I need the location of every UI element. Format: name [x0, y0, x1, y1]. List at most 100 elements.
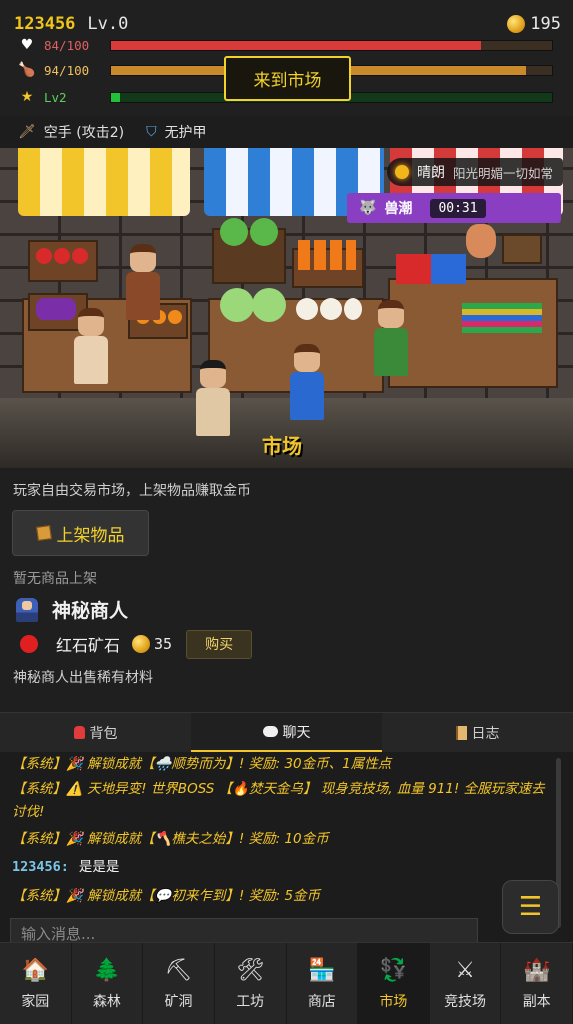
gold-counter: 195 — [507, 14, 561, 34]
tab-chat[interactable]: 聊天 — [191, 713, 382, 752]
nav-shop[interactable]: 🏪 商店 — [287, 943, 359, 1024]
weather-badge: 晴朗 阳光明媚一切如常 — [386, 158, 563, 186]
fruit-vendor — [126, 244, 160, 320]
onion — [344, 298, 362, 320]
villager-2 — [196, 360, 230, 436]
merchant-description: 神秘商人出售稀有材料 — [13, 670, 153, 686]
weapon-label: 空手 (攻击2) — [43, 125, 125, 141]
nav-workshop-label: 工坊 — [236, 993, 265, 1010]
chat-log[interactable]: 【系统】🎉 解锁成就【🌧️顺势而为】! 奖励: 30金币、1属性点 【系统】⚠️… — [0, 752, 573, 942]
fabric-stack — [462, 303, 542, 333]
chat-message: 【系统】🎉 解锁成就【💬初来乍到】! 奖励: 5金币 — [12, 888, 321, 904]
armor-label: 无护甲 — [164, 125, 207, 141]
chat-message: 【系统】🎉 解锁成就【🪓樵夫之始】! 奖励: 10金币 — [12, 831, 329, 847]
scroll-icon — [455, 725, 467, 740]
chat-message: 【系统】🎉 解锁成就【🌧️顺势而为】! 奖励: 30金币、1属性点 — [12, 756, 392, 772]
weapon-slot[interactable]: 🗡 空手 (攻击2) — [18, 122, 124, 142]
chat-message: 【系统】⚠️ 天地异变! 世界BOSS 【🔥焚天金乌】 现身竞技场, 血量 91… — [12, 781, 545, 820]
weather-description: 阳光明媚一切如常 — [452, 165, 553, 181]
equipment-bar: 🗡 空手 (攻击2) ⛉ 无护甲 — [0, 116, 573, 148]
tab-backpack[interactable]: 背包 — [0, 713, 191, 752]
market-panel: 玩家自由交易市场，上架物品赚取金币 上架物品 暂无商品上架 神秘商人 红石矿石 … — [0, 468, 573, 712]
star-icon: ★ — [20, 89, 34, 105]
chat-bubble-icon — [262, 726, 278, 737]
nav-home-label: 家园 — [21, 993, 50, 1010]
weather-name: 晴朗 — [416, 165, 445, 181]
onion — [296, 298, 318, 320]
nav-mine[interactable]: ⛏ 矿洞 — [143, 943, 215, 1024]
chat-username: 123456: — [12, 859, 69, 875]
bottom-navigation: 🏠 家园 🌲 森林 ⛏ 矿洞 🛠 工坊 🏪 商店 💱 市场 ⚔ 竞技场 🏰 副本 — [0, 942, 573, 1024]
exchange-icon: 💱 — [379, 958, 408, 983]
coin-icon — [507, 15, 526, 33]
player-level: Lv.0 — [87, 14, 129, 34]
top-bar: 123456 Lv.0 195 — [14, 10, 561, 38]
beast-tide-event[interactable]: 🐺 兽潮 00:31 — [347, 193, 561, 223]
tab-log-label: 日志 — [471, 725, 500, 742]
nav-shop-label: 商店 — [307, 993, 336, 1010]
go-to-market-button[interactable]: 来到市场 — [224, 56, 351, 101]
cloth-stall — [388, 278, 558, 388]
nav-dungeon-label: 副本 — [522, 993, 551, 1010]
xp-text: Lv2 — [44, 89, 67, 105]
merchant-icon — [16, 597, 38, 622]
hp-text: 84/100 — [44, 37, 90, 53]
status-header: 123456 Lv.0 195 ♥ 84/100 🍗 94/100 ★ Lv2 … — [0, 0, 573, 116]
nav-market-label: 市场 — [379, 993, 408, 1010]
heart-icon: ♥ — [20, 37, 34, 53]
bottom-panel-tabs: 背包 聊天 日志 — [0, 712, 573, 752]
cabbage — [220, 218, 248, 246]
nav-mine-label: 矿洞 — [164, 993, 193, 1010]
nav-dungeon[interactable]: 🏰 副本 — [501, 943, 573, 1024]
onion — [320, 298, 342, 320]
menu-button[interactable]: ☰ — [502, 880, 559, 934]
buy-button[interactable]: 购买 — [186, 629, 253, 659]
hp-bar-fill — [111, 40, 482, 50]
list-item-button[interactable]: 上架物品 — [12, 510, 149, 556]
armor-slot[interactable]: ⛉ 无护甲 — [146, 122, 207, 142]
pickaxe-icon: ⛏ — [164, 958, 193, 983]
cloth-rolls — [396, 254, 466, 284]
swords-icon: ⚔ — [455, 958, 475, 983]
merchant-item-row: 红石矿石 35 购买 — [20, 628, 253, 660]
carrots — [298, 240, 356, 270]
sun-icon — [394, 165, 409, 179]
tab-log[interactable]: 日志 — [382, 713, 573, 752]
sword-icon: 🗡 — [18, 124, 36, 140]
tab-backpack-label: 背包 — [89, 725, 118, 742]
redstone-ore-icon — [20, 635, 38, 653]
nav-workshop[interactable]: 🛠 工坊 — [215, 943, 287, 1024]
yellow-awning — [18, 148, 190, 216]
scene-title: 市场 — [262, 434, 302, 458]
nav-market[interactable]: 💱 市场 — [358, 943, 430, 1024]
nav-arena-label: 竞技场 — [444, 993, 487, 1010]
market-scene: 晴朗 阳光明媚一切如常 🐺 兽潮 00:31 市场 — [0, 148, 573, 468]
apple — [54, 248, 70, 264]
nav-arena[interactable]: ⚔ 竞技场 — [430, 943, 502, 1024]
event-timer: 00:31 — [430, 198, 486, 218]
gold-amount: 195 — [530, 14, 561, 34]
event-name: 兽潮 — [384, 201, 413, 217]
wolf-icon: 🐺 — [359, 200, 377, 216]
market-description: 玩家自由交易市场，上架物品赚取金币 — [13, 483, 251, 499]
nav-forest[interactable]: 🌲 森林 — [72, 943, 144, 1024]
grapes — [36, 298, 76, 320]
cabbage — [252, 288, 286, 322]
nav-home[interactable]: 🏠 家园 — [0, 943, 72, 1024]
house-icon: 🏠 — [21, 958, 50, 983]
food-text: 94/100 — [44, 62, 90, 78]
castle-icon: 🏰 — [522, 958, 551, 983]
tree-icon: 🌲 — [93, 958, 121, 983]
shop-icon: 🏪 — [308, 958, 336, 983]
package-icon — [35, 525, 52, 541]
spice-box — [502, 234, 542, 264]
orange — [168, 310, 182, 324]
shield-icon: ⛉ — [146, 124, 157, 140]
tools-icon: 🛠 — [236, 958, 265, 983]
coin-icon — [132, 635, 151, 653]
villager-4 — [374, 300, 408, 376]
player-id: 123456 — [14, 14, 76, 34]
item-price: 35 — [132, 635, 172, 653]
mystery-merchant-header: 神秘商人 — [16, 596, 128, 623]
nav-forest-label: 森林 — [92, 993, 121, 1010]
